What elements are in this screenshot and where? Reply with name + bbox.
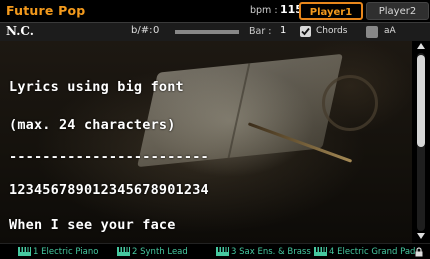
keyboard-icon (314, 247, 327, 256)
track-number: 4 (329, 247, 335, 257)
top-header: Future Pop bpm : 115 Player1 Player2 (0, 0, 430, 22)
keyboard-icon (18, 247, 31, 256)
chords-checkbox[interactable] (300, 26, 311, 37)
chords-label: Chords (316, 26, 348, 36)
text-size-label: aA (384, 26, 396, 36)
scroll-track[interactable] (417, 53, 425, 231)
chord-display: N.C. (6, 24, 34, 38)
track-number: 3 (231, 247, 237, 257)
lyrics-area[interactable]: Lyrics using big font (max. 24 character… (0, 41, 412, 243)
scroll-down-icon[interactable] (417, 233, 425, 239)
track-name: Electric Grand Pad (337, 247, 416, 257)
track-item[interactable]: 4 Electric Grand Pad (314, 247, 415, 257)
player1-button[interactable]: Player1 (299, 2, 363, 20)
track-bar: 1 Electric Piano 2 Synth Lead 3 Sax Ens.… (0, 243, 430, 259)
keyboard-icon (216, 247, 229, 256)
song-progress-bar (175, 30, 239, 34)
track-name: Sax Ens. & Brass (239, 247, 311, 257)
song-title[interactable]: Future Pop (6, 3, 85, 18)
background-lamp-image (322, 75, 378, 131)
track-name: Electric Piano (41, 247, 99, 257)
lyrics-screen: Future Pop bpm : 115 Player1 Player2 N.C… (0, 0, 430, 259)
scroll-up-icon[interactable] (417, 43, 425, 49)
bpm-label: bpm : (250, 5, 278, 16)
transpose-label: b/#: (131, 25, 153, 36)
checkmark-icon (301, 27, 310, 36)
lyric-line: ------------------------ (9, 149, 209, 165)
track-name: Synth Lead (140, 247, 188, 257)
lock-icon[interactable] (414, 247, 424, 257)
track-item[interactable]: 2 Synth Lead (117, 247, 188, 257)
bar-label: Bar : (249, 26, 272, 37)
keyboard-icon (117, 247, 130, 256)
bar-value: 1 (280, 25, 287, 36)
lyric-line: (max. 24 characters) (9, 117, 176, 133)
player2-button[interactable]: Player2 (366, 2, 429, 20)
scroll-thumb[interactable] (417, 55, 425, 147)
track-item[interactable]: 1 Electric Piano (18, 247, 98, 257)
track-item[interactable]: 3 Sax Ens. & Brass (216, 247, 311, 257)
lyric-line: 123456789012345678901234 (9, 182, 209, 198)
info-bar: N.C. b/#: 0 Bar : 1 Chords aA (0, 22, 430, 42)
text-size-checkbox[interactable] (366, 26, 378, 38)
lyrics-scrollbar[interactable] (412, 41, 430, 243)
lyric-line: Lyrics using big font (9, 79, 184, 95)
lyric-line: When I see your face (9, 217, 176, 233)
transpose-value: 0 (153, 25, 160, 36)
track-number: 1 (33, 247, 39, 257)
track-number: 2 (132, 247, 138, 257)
